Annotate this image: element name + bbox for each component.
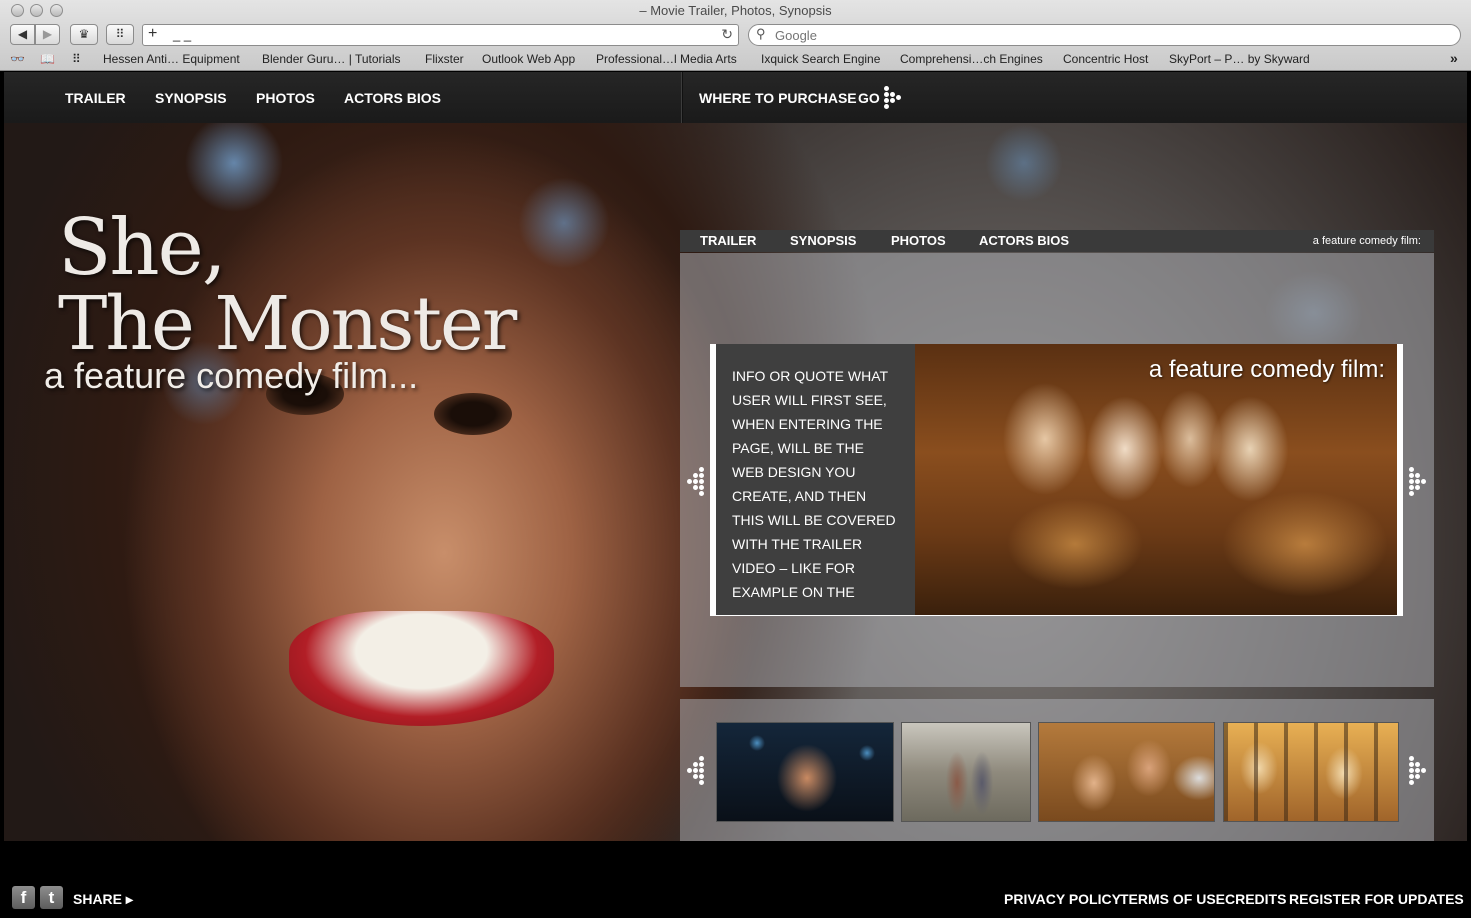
thumbs-next-arrow-icon[interactable]	[1409, 756, 1429, 786]
go-button[interactable]: GO	[858, 90, 880, 106]
panel-tab-photos[interactable]: PHOTOS	[891, 233, 946, 248]
thumbnail-photo[interactable]	[1223, 722, 1399, 822]
search-icon: ⚲	[756, 26, 766, 41]
bookmarks-bar: 👓 📖 ⠿ Hessen Anti… Equipment Blender Gur…	[0, 50, 1471, 70]
home-button[interactable]: ♛	[70, 24, 98, 45]
nav-where-to-purchase: WHERE TO PURCHASE	[699, 90, 857, 106]
share-button[interactable]: SHARE ▸	[73, 891, 133, 908]
nav-trailer[interactable]: TRAILER	[65, 90, 126, 106]
thumbnail-photo[interactable]	[716, 722, 894, 822]
window-title: – Movie Trailer, Photos, Synopsis	[639, 3, 832, 18]
register-for-updates-link[interactable]: REGISTER FOR UPDATES	[1289, 891, 1464, 907]
forward-arrow-icon: ▶	[42, 27, 53, 41]
more-bookmarks-icon[interactable]: »	[1450, 50, 1458, 66]
nav-actors-bios[interactable]: ACTORS BIOS	[344, 90, 441, 106]
search-field[interactable]: ⚲	[748, 24, 1461, 46]
hero-smile	[289, 611, 554, 726]
bookmark-item[interactable]: SkyPort – P… by Skyward	[1169, 52, 1310, 66]
top-sites-icon[interactable]: ⠿	[72, 52, 81, 66]
hero-eye-right	[434, 393, 512, 435]
bookmark-item[interactable]: Hessen Anti… Equipment	[103, 52, 240, 66]
feature-caption: a feature comedy film:	[1148, 356, 1385, 383]
add-bookmark-icon[interactable]: +	[148, 25, 157, 43]
twitter-icon[interactable]: t	[40, 886, 63, 909]
bookmarks-icon[interactable]: 📖	[40, 52, 55, 66]
feature-prev-arrow-icon[interactable]	[687, 467, 707, 497]
thumbs-prev-arrow-icon[interactable]	[687, 756, 707, 786]
nav-synopsis[interactable]: SYNOPSIS	[155, 90, 227, 106]
privacy-policy-link[interactable]: PRIVACY POLICY	[1004, 891, 1121, 907]
address-text: _ _	[173, 27, 192, 42]
thumbnail-photo[interactable]	[901, 722, 1031, 822]
movie-subtitle: a feature comedy film...	[44, 355, 419, 396]
top-sites-button[interactable]: ⠿	[106, 24, 134, 45]
panel-nav: TRAILER SYNOPSIS PHOTOS ACTORS BIOS a fe…	[680, 230, 1434, 252]
browser-chrome: – Movie Trailer, Photos, Synopsis ◀ ▶ ♛ …	[0, 0, 1471, 71]
facebook-icon[interactable]: f	[12, 886, 35, 909]
panel-tab-synopsis[interactable]: SYNOPSIS	[790, 233, 856, 248]
thumbnail-photo[interactable]	[1038, 722, 1215, 822]
grid-icon: ⠿	[115, 27, 125, 41]
go-arrow-icon[interactable]	[884, 86, 904, 116]
address-bar[interactable]: + _ _ ↻	[142, 24, 739, 46]
site-top-nav: TRAILER SYNOPSIS PHOTOS ACTORS BIOS WHER…	[4, 72, 1467, 123]
panel-tab-trailer[interactable]: TRAILER	[700, 233, 756, 248]
back-button[interactable]: ◀	[10, 24, 35, 45]
nav-divider	[681, 72, 683, 123]
back-arrow-icon: ◀	[17, 27, 28, 41]
movie-title-line1: She,	[58, 203, 227, 293]
bookmark-item[interactable]: Concentric Host	[1063, 52, 1148, 66]
bookmark-item[interactable]: Outlook Web App	[482, 52, 575, 66]
bookmark-item[interactable]: Comprehensi…ch Engines	[900, 52, 1043, 66]
search-input[interactable]	[773, 27, 1433, 43]
feature-quote: INFO OR QUOTE WHAT USER WILL FIRST SEE, …	[716, 344, 915, 615]
bookmark-item[interactable]: Professional…l Media Arts	[596, 52, 737, 66]
panel-tagline: a feature comedy film:	[1312, 235, 1421, 247]
panel-tab-actors-bios[interactable]: ACTORS BIOS	[979, 233, 1069, 248]
feature-next-arrow-icon[interactable]	[1409, 467, 1429, 497]
crown-icon: ♛	[78, 27, 90, 41]
bookmark-item[interactable]: Ixquick Search Engine	[761, 52, 880, 66]
nav-photos[interactable]: PHOTOS	[256, 90, 315, 106]
bookmark-item[interactable]: Flixster	[425, 52, 464, 66]
reading-list-icon[interactable]: 👓	[10, 52, 25, 66]
bookmark-item[interactable]: Blender Guru… | Tutorials	[262, 52, 401, 66]
credits-link[interactable]: CREDITS	[1225, 891, 1286, 907]
reload-icon[interactable]: ↻	[721, 26, 733, 43]
feature-image[interactable]: a feature comedy film:	[915, 344, 1397, 615]
terms-of-use-link[interactable]: TERMS OF USE	[1120, 891, 1225, 907]
forward-button[interactable]: ▶	[35, 24, 60, 45]
